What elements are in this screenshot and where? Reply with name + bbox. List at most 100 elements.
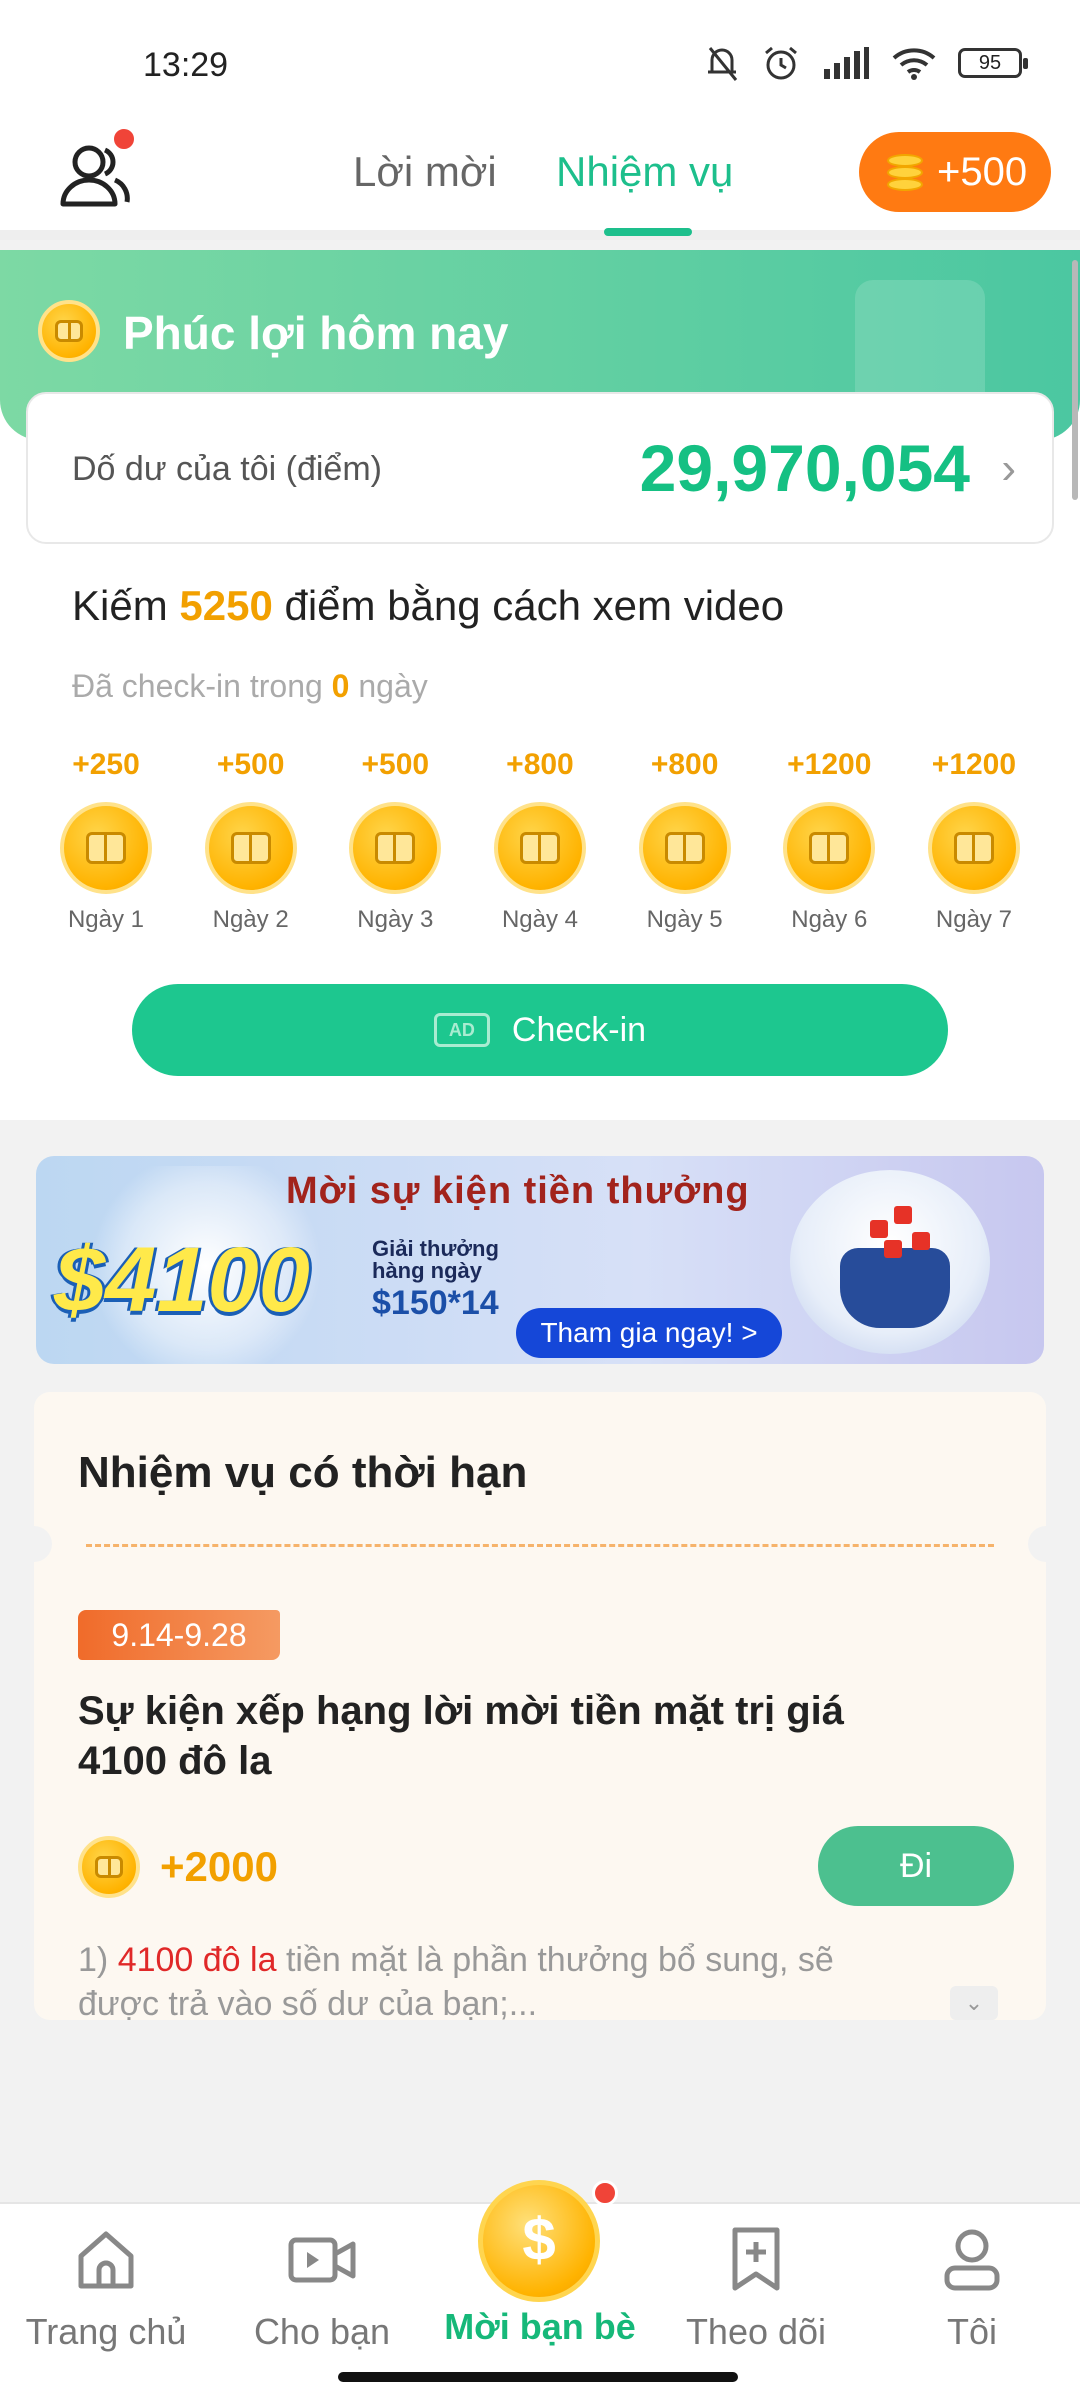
card-notch-right bbox=[1028, 1526, 1046, 1562]
nav-me[interactable]: Tôi bbox=[872, 2224, 1072, 2353]
bell-off-icon bbox=[708, 47, 738, 81]
alarm-icon bbox=[765, 46, 797, 80]
nav-following[interactable]: Theo dõi bbox=[656, 2224, 856, 2353]
coin-icon bbox=[38, 300, 100, 362]
checkin-day: +250 Ngày 1 bbox=[46, 748, 166, 934]
day-reward: +500 bbox=[216, 748, 285, 781]
friends-button[interactable] bbox=[55, 126, 137, 214]
go-button[interactable]: Đi bbox=[818, 1826, 1014, 1906]
gift-box-icon bbox=[840, 1248, 950, 1328]
app-screen: 13:29 95 Lời mời Nhiệm vụ +500 Phúc lợi … bbox=[0, 0, 1080, 2400]
profile-icon bbox=[944, 2229, 1000, 2291]
gift-decoration bbox=[912, 1232, 930, 1250]
day-reward: +1200 bbox=[931, 748, 1017, 781]
join-now-button[interactable]: Tham gia ngay! > bbox=[516, 1308, 782, 1358]
date-range-badge: 9.14-9.28 bbox=[78, 1610, 280, 1660]
coin-icon bbox=[204, 802, 297, 894]
coin-reward-button[interactable]: +500 bbox=[859, 132, 1051, 212]
battery-icon: 95 bbox=[958, 48, 1028, 78]
nav-for-you[interactable]: Cho bạn bbox=[222, 2224, 422, 2353]
card-notch-left bbox=[34, 1526, 52, 1562]
bookmark-add-icon bbox=[732, 2227, 780, 2291]
coin-icon bbox=[783, 802, 876, 894]
video-icon bbox=[288, 2237, 356, 2283]
task-title: Sự kiện xếp hạng lời mời tiền mặt trị gi… bbox=[78, 1689, 844, 1783]
status-time: 13:29 bbox=[143, 46, 229, 84]
earn-amount: 5250 bbox=[179, 582, 273, 629]
coin-icon bbox=[927, 802, 1020, 894]
task-reward: +2000 bbox=[78, 1836, 278, 1898]
gift-decoration bbox=[894, 1206, 912, 1224]
banner-per-day: $150*14 bbox=[372, 1284, 499, 1322]
day-label: Ngày 7 bbox=[935, 906, 1012, 933]
tab-invite[interactable]: Lời mời bbox=[353, 148, 497, 196]
checkin-day: +1200 Ngày 7 bbox=[914, 748, 1034, 934]
top-header: Lời mời Nhiệm vụ +500 bbox=[0, 110, 1080, 240]
day-label: Ngày 1 bbox=[67, 906, 145, 933]
nav-label: Mời bạn bè bbox=[444, 2306, 636, 2347]
dashed-divider bbox=[86, 1544, 994, 1547]
day-reward: +800 bbox=[506, 748, 574, 781]
checkin-day: +500 Ngày 2 bbox=[191, 748, 311, 934]
balance-card[interactable]: Dố dư của tôi (điểm) 29,970,054 › bbox=[26, 392, 1054, 544]
checked-in-text: Đã check-in trong 0 ngày bbox=[72, 668, 428, 704]
notification-dot bbox=[592, 2180, 618, 2206]
limited-task-card: Nhiệm vụ có thời hạn 9.14-9.28 Sự kiện x… bbox=[34, 1392, 1046, 2020]
welfare-title: Phúc lợi hôm nay bbox=[123, 307, 509, 359]
day-label: Ngày 2 bbox=[212, 906, 289, 933]
signal-icon bbox=[824, 47, 869, 79]
status-icons: 95 bbox=[704, 44, 1028, 82]
checkin-day: +800 Ngày 5 bbox=[625, 748, 745, 934]
day-label: Ngày 3 bbox=[357, 906, 434, 933]
gift-decoration bbox=[870, 1220, 888, 1238]
gift-globe-image bbox=[790, 1170, 990, 1354]
tab-tasks[interactable]: Nhiệm vụ bbox=[556, 148, 733, 196]
checkin-day: +800 Ngày 4 bbox=[480, 748, 600, 934]
checked-days: 0 bbox=[331, 668, 350, 704]
notification-dot bbox=[111, 126, 137, 152]
nav-home[interactable]: Trang chủ bbox=[6, 2224, 206, 2353]
task-reward-value: +2000 bbox=[160, 1843, 278, 1890]
chevron-right-icon: › bbox=[1001, 444, 1016, 493]
wifi-icon bbox=[892, 48, 936, 80]
ad-video-icon: AD bbox=[433, 1013, 490, 1047]
limited-task-heading: Nhiệm vụ có thời hạn bbox=[78, 1448, 528, 1497]
day-label: Ngày 4 bbox=[501, 906, 578, 933]
earn-points-text: Kiếm 5250 điểm bằng cách xem video bbox=[72, 582, 785, 629]
home-indicator bbox=[338, 2372, 738, 2382]
nav-label: Trang chủ bbox=[25, 2311, 187, 2352]
checkin-day: +500 Ngày 3 bbox=[335, 748, 455, 934]
coin-icon bbox=[638, 802, 731, 894]
banner-amount: $4100 bbox=[54, 1229, 310, 1331]
expand-chevron-icon[interactable]: ⌄ bbox=[950, 1986, 998, 2020]
day-reward: +1200 bbox=[787, 748, 872, 781]
active-tab-indicator bbox=[604, 228, 692, 236]
day-reward: +800 bbox=[650, 748, 719, 781]
coin-stack-icon bbox=[887, 150, 923, 194]
day-reward: +500 bbox=[361, 748, 430, 781]
balance-label: Dố dư của tôi (điểm) bbox=[72, 450, 382, 488]
banner-daily-label: Giải thưởng hàng ngày bbox=[372, 1236, 499, 1283]
checkin-day: +1200 Ngày 6 bbox=[769, 748, 889, 934]
status-bar: 13:29 95 bbox=[0, 0, 1080, 110]
nav-label: Cho bạn bbox=[253, 2311, 391, 2352]
dollar-coin-icon[interactable]: $ bbox=[478, 2180, 600, 2302]
nav-label: Tôi bbox=[946, 2311, 997, 2352]
desc-highlight: 4100 đô la bbox=[117, 1941, 277, 1979]
task-description: 1) 4100 đô la tiền mặt là phần thưởng bổ… bbox=[78, 1941, 834, 2020]
banner-title: Mời sự kiện tiền thưởng bbox=[286, 1170, 750, 1212]
checkin-button[interactable]: AD Check-in bbox=[132, 984, 948, 1076]
nav-label: Theo dõi bbox=[685, 2311, 827, 2352]
home-icon bbox=[78, 2231, 134, 2289]
daily-welfare-section: Phúc lợi hôm nay Dố dư của tôi (điểm) 29… bbox=[0, 250, 1080, 1120]
coin-icon bbox=[349, 802, 442, 894]
checkin-days: +250 Ngày 1 +500 Ngày 2 +500 Ngày 3 +800… bbox=[46, 748, 1034, 934]
gift-decoration bbox=[884, 1240, 902, 1258]
scrollbar[interactable] bbox=[1072, 260, 1078, 500]
day-label: Ngày 5 bbox=[646, 906, 723, 933]
invite-event-banner[interactable]: Mời sự kiện tiền thưởng $4100 Giải thưởn… bbox=[36, 1156, 1044, 1364]
checkin-label: Check-in bbox=[511, 1010, 647, 1049]
coin-icon bbox=[60, 802, 152, 894]
coin-reward-label: +500 bbox=[937, 149, 1028, 194]
day-reward: +250 bbox=[72, 748, 140, 781]
